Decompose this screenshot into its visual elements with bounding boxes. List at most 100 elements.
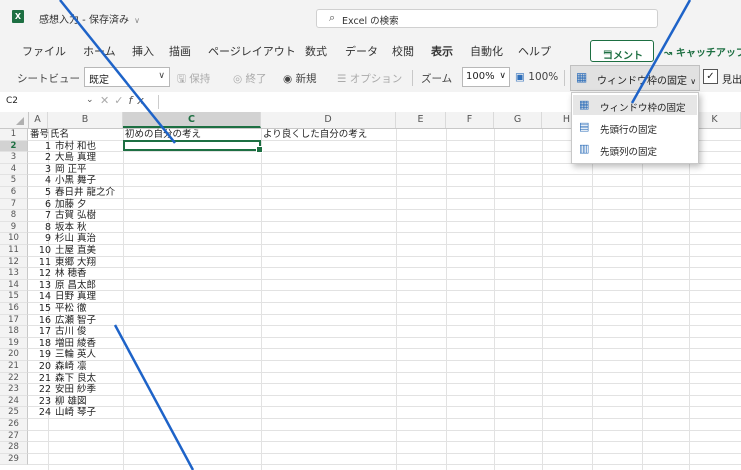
name-box[interactable]: C2 [6, 96, 18, 106]
cell-number[interactable]: 23 [28, 396, 53, 408]
row-header[interactable]: 19 [0, 337, 28, 350]
row-header[interactable]: 27 [0, 430, 28, 443]
sheet-view-select[interactable]: 既定 ∨ [84, 67, 170, 87]
row-header[interactable]: 10 [0, 233, 28, 245]
row-header[interactable]: 2 [0, 140, 28, 153]
row-header[interactable]: 24 [0, 395, 28, 408]
row-header[interactable]: 25 [0, 407, 28, 419]
cell-name[interactable]: 山崎 琴子 [53, 407, 123, 419]
comments-button[interactable]: ▭ コメント [590, 40, 654, 62]
cell-a1[interactable]: 番号 [28, 129, 49, 141]
row-header[interactable]: 6 [0, 187, 28, 199]
tab-home[interactable]: ホーム [83, 43, 116, 59]
cell-number[interactable]: 22 [28, 384, 53, 396]
search-box[interactable]: ⌕ Excel の検索 [316, 9, 658, 28]
cell-number[interactable]: 18 [28, 338, 53, 350]
freeze-panes-button[interactable]: ▦ ウィンドウ枠の固定 ∨ [570, 65, 700, 91]
keep-button[interactable]: 🖫 保持 [177, 71, 210, 89]
column-header-f[interactable]: F [446, 112, 494, 128]
spreadsheet-grid[interactable]: ABCDEFGHIJK 1番号氏名初めの自分の考えより良くした自分の考え21市村… [0, 112, 741, 470]
tab-data[interactable]: データ [345, 43, 378, 59]
cell-name[interactable]: 安田 紗季 [53, 384, 123, 396]
row-header[interactable]: 7 [0, 198, 28, 211]
cell-number[interactable]: 17 [28, 326, 53, 338]
cell-name[interactable]: 原 昌太郎 [53, 280, 123, 292]
cell-number[interactable]: 10 [28, 245, 53, 257]
cell-b1[interactable]: 氏名 [48, 129, 123, 141]
exit-button[interactable]: ◎ 終了 [233, 71, 267, 86]
row-header[interactable]: 8 [0, 210, 28, 222]
column-header-a[interactable]: A [28, 112, 48, 128]
tab-insert[interactable]: 挿入 [132, 43, 154, 59]
row-header[interactable]: 13 [0, 268, 28, 280]
cell-d1[interactable]: より良くした自分の考え [261, 129, 396, 141]
tab-automate[interactable]: 自動化 [470, 43, 503, 59]
tab-review[interactable]: 校閲 [392, 43, 414, 59]
cell-name[interactable]: 増田 綾香 [53, 338, 123, 350]
cell-name[interactable]: 杉山 真治 [53, 233, 123, 245]
cell-name[interactable]: 岡 正平 [53, 164, 123, 176]
select-all-corner[interactable] [0, 112, 29, 128]
row-header[interactable]: 3 [0, 152, 28, 164]
row-header[interactable]: 15 [0, 291, 28, 303]
cell-number[interactable]: 13 [28, 280, 53, 292]
cancel-icon[interactable]: ✕ [100, 94, 114, 107]
cell-name[interactable]: 古賀 弘樹 [53, 210, 123, 222]
active-cell-c2[interactable] [123, 140, 263, 153]
cell-name[interactable]: 平松 徹 [53, 303, 123, 315]
tab-file[interactable]: ファイル [22, 43, 66, 59]
cell-number[interactable]: 2 [28, 152, 53, 164]
cell-number[interactable]: 16 [28, 315, 53, 327]
cell-name[interactable]: 日野 真理 [53, 291, 123, 303]
cell-number[interactable]: 6 [28, 199, 53, 211]
cell-number[interactable]: 21 [28, 373, 53, 385]
row-header[interactable]: 14 [0, 279, 28, 292]
menu-freeze-panes[interactable]: ▦ ウィンドウ枠の固定 [573, 95, 697, 115]
row-header[interactable]: 21 [0, 361, 28, 373]
row-header[interactable]: 11 [0, 245, 28, 257]
cell-name[interactable]: 森崎 凛 [53, 361, 123, 373]
row-header[interactable]: 26 [0, 419, 28, 431]
cell-name[interactable]: 柳 雄図 [53, 396, 123, 408]
tab-view[interactable]: 表示 [431, 43, 453, 64]
column-header-g[interactable]: G [494, 112, 542, 128]
cell-number[interactable]: 4 [28, 175, 53, 187]
cell-name[interactable]: 土屋 直美 [53, 245, 123, 257]
cell-number[interactable]: 14 [28, 291, 53, 303]
row-header[interactable]: 12 [0, 256, 28, 269]
cell-number[interactable]: 15 [28, 303, 53, 315]
enter-icon[interactable]: ✓ [114, 94, 128, 107]
tab-formulas[interactable]: 数式 [305, 43, 327, 59]
column-header-e[interactable]: E [396, 112, 446, 128]
cell-number[interactable]: 24 [28, 407, 53, 419]
cell-name[interactable]: 市村 和也 [53, 141, 123, 153]
chevron-down-icon[interactable]: ⌄ [86, 95, 94, 105]
cell-number[interactable]: 9 [28, 233, 53, 245]
cell-name[interactable]: 春日井 龍之介 [53, 187, 123, 199]
new-view-button[interactable]: ◉ 新規 [283, 71, 317, 86]
column-header-b[interactable]: B [48, 112, 123, 128]
catchup-button[interactable]: ↝ キャッチアップ [664, 44, 741, 59]
row-header[interactable]: 18 [0, 326, 28, 338]
tab-draw[interactable]: 描画 [169, 43, 191, 59]
cell-number[interactable]: 5 [28, 187, 53, 199]
row-header[interactable]: 5 [0, 175, 28, 187]
cell-number[interactable]: 1 [28, 141, 53, 153]
cell-number[interactable]: 12 [28, 268, 53, 280]
cell-name[interactable]: 東郷 大翔 [53, 257, 123, 269]
cell-c1[interactable]: 初めの自分の考え [123, 129, 261, 141]
row-header[interactable]: 23 [0, 384, 28, 396]
gridlines-checkbox[interactable]: ✓ [703, 69, 718, 84]
cell-name[interactable]: 小黒 舞子 [53, 175, 123, 187]
cell-name[interactable]: 林 穂香 [53, 268, 123, 280]
cell-name[interactable]: 三輪 英人 [53, 349, 123, 361]
cell-number[interactable]: 8 [28, 222, 53, 234]
row-header[interactable]: 16 [0, 303, 28, 315]
row-header[interactable]: 4 [0, 163, 28, 176]
zoom-100-button[interactable]: ▣ 100% [515, 71, 558, 83]
cell-name[interactable]: 広瀬 智子 [53, 315, 123, 327]
row-header[interactable]: 29 [0, 453, 28, 466]
tab-page-layout[interactable]: ページレイアウト [208, 43, 296, 59]
cell-name[interactable]: 加藤 夕 [53, 199, 123, 211]
cell-number[interactable]: 3 [28, 164, 53, 176]
